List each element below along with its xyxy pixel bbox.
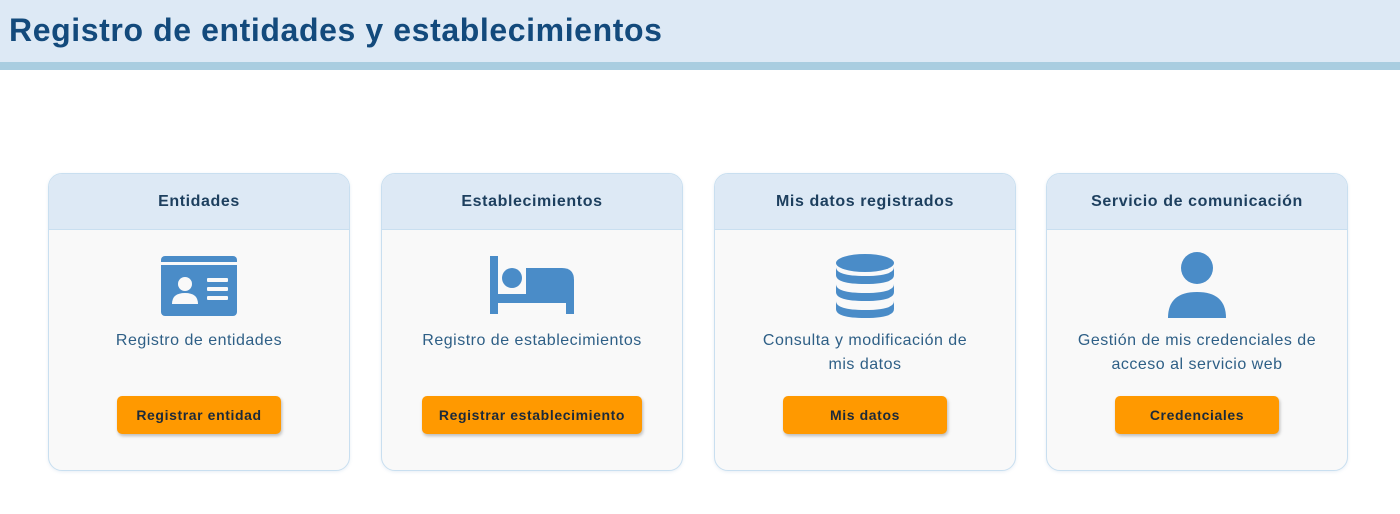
mis-datos-button[interactable]: Mis datos <box>783 396 947 434</box>
card-title: Servicio de comunicación <box>1047 174 1347 230</box>
registrar-entidad-button[interactable]: Registrar entidad <box>117 396 281 434</box>
card-title: Entidades <box>49 174 349 230</box>
database-icon <box>715 254 1015 318</box>
card-title: Mis datos registrados <box>715 174 1015 230</box>
card-entidades: Entidades Registro de entidades Registra… <box>48 173 350 471</box>
id-card-icon <box>49 254 349 318</box>
card-title: Establecimientos <box>382 174 682 230</box>
card-mis-datos: Mis datos registrados Consulta y modific… <box>714 173 1016 471</box>
card-description: Registro de entidades <box>115 332 283 349</box>
card-description: Registro de establecimientos <box>422 332 642 349</box>
card-description: Gestión de mis credenciales de acceso al… <box>1077 332 1317 373</box>
card-description: Consulta y modificación de mis datos <box>762 332 968 373</box>
card-grid: Entidades Registro de entidades Registra… <box>48 173 1348 471</box>
bed-icon <box>382 254 682 318</box>
card-servicio-comunicacion: Servicio de comunicación Gestión de mis … <box>1046 173 1348 471</box>
user-icon <box>1047 252 1347 318</box>
page-title: Registro de entidades y establecimientos <box>9 12 663 48</box>
credenciales-button[interactable]: Credenciales <box>1115 396 1279 434</box>
page-header: Registro de entidades y establecimientos <box>0 0 1400 70</box>
registrar-establecimiento-button[interactable]: Registrar establecimiento <box>422 396 642 434</box>
card-establecimientos: Establecimientos Registro de establecimi… <box>381 173 683 471</box>
